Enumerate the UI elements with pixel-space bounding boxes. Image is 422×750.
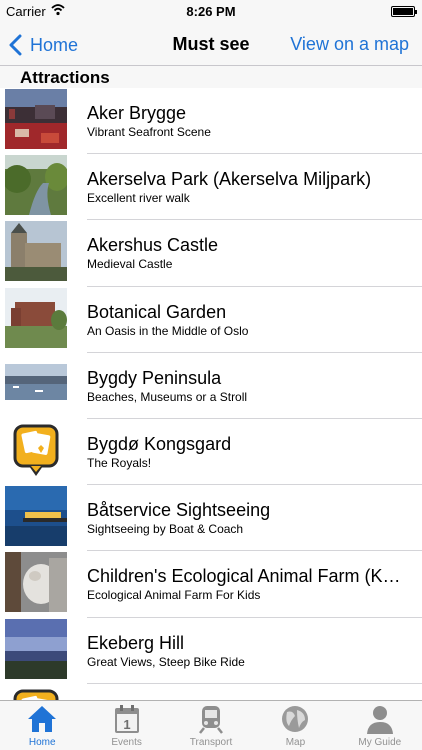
tab-label: Events — [111, 737, 142, 748]
list-item[interactable]: Akershus Castle Medieval Castle — [0, 220, 422, 287]
calendar-icon: 1 — [114, 705, 139, 733]
navigation-bar: Home Must see View on a map — [0, 24, 422, 66]
back-label: Home — [30, 34, 79, 55]
hill-photo — [5, 618, 67, 679]
view-on-map-button[interactable]: View on a map — [290, 34, 409, 55]
goat-photo — [5, 552, 67, 613]
item-subtitle: An Oasis in the Middle of Oslo — [87, 323, 249, 338]
item-subtitle: The Royals! — [87, 455, 152, 470]
attractions-list[interactable]: Aker Brygge Vibrant Seafront Scene Akers… — [0, 88, 422, 700]
svg-text:1: 1 — [123, 717, 130, 732]
item-title: Bygdø Kongsgard — [87, 433, 232, 454]
chevron-left-icon — [9, 34, 22, 56]
item-title: Children's Ecological Animal Farm (Kampe… — [87, 566, 409, 587]
list-item[interactable]: Akerselva Park (Akerselva Miljpark) Exce… — [0, 154, 422, 221]
home-icon — [28, 706, 57, 732]
boat-photo — [5, 486, 67, 547]
battery-icon — [391, 6, 417, 17]
item-title: Aker Brygge — [87, 103, 187, 123]
train-icon — [199, 706, 223, 734]
tab-label: Home — [28, 737, 56, 748]
item-subtitle: Ecological Animal Farm For Kids — [87, 588, 261, 603]
item-title: Båtservice Sightseeing — [87, 500, 271, 521]
tab-label: Map — [285, 737, 306, 748]
item-subtitle: Vibrant Seafront Scene — [87, 125, 211, 139]
section-header: Attractions — [0, 66, 422, 88]
item-subtitle: Sightseeing by Boat & Coach — [87, 522, 244, 537]
tab-label: My Guide — [358, 737, 402, 748]
item-subtitle: Beaches, Museums or a Stroll — [87, 389, 248, 404]
list-item[interactable]: Bygdy Peninsula Beaches, Museums or a St… — [0, 352, 422, 419]
person-icon — [366, 706, 393, 734]
placeholder-icon — [5, 420, 67, 480]
back-button[interactable]: Home — [8, 33, 78, 57]
item-title: Akershus Castle — [87, 235, 219, 256]
item-title: Ekeberg Hill — [87, 632, 185, 653]
globe-icon — [282, 706, 309, 732]
item-subtitle: Excellent river walk — [87, 191, 190, 206]
list-item[interactable] — [0, 683, 422, 700]
list-item[interactable]: Aker Brygge Vibrant Seafront Scene — [0, 88, 422, 155]
item-subtitle: Great Views, Steep Bike Ride — [87, 654, 245, 669]
item-title: Bygdy Peninsula — [87, 367, 222, 388]
river-photo — [5, 155, 67, 216]
harbor-photo — [5, 89, 67, 149]
tab-label: Transport — [189, 737, 233, 748]
item-subtitle: Medieval Castle — [87, 257, 173, 272]
item-title: Akerselva Park (Akerselva Miljpark) — [87, 169, 372, 190]
tab-bar: Home 1 Events Transport Map My Guide — [0, 700, 422, 750]
peninsula-photo — [5, 353, 67, 414]
clock: 8:26 PM — [186, 4, 236, 19]
tab-map[interactable]: Map — [253, 701, 337, 750]
list-item[interactable]: Båtservice Sightseeing Sightseeing by Bo… — [0, 485, 422, 552]
section-title: Attractions — [20, 68, 110, 87]
list-item[interactable]: Bygdø Kongsgard The Royals! — [0, 418, 422, 486]
list-item[interactable]: Children's Ecological Animal Farm (Kampe… — [0, 551, 422, 618]
list-item[interactable]: Ekeberg Hill Great Views, Steep Bike Rid… — [0, 617, 422, 684]
tab-my-guide[interactable]: My Guide — [338, 701, 422, 750]
castle-photo — [5, 221, 67, 282]
tab-events[interactable]: 1 Events — [84, 701, 168, 750]
tab-transport[interactable]: Transport — [169, 701, 253, 750]
tab-home[interactable]: Home — [0, 701, 84, 750]
placeholder-icon — [5, 685, 67, 700]
garden-photo — [5, 287, 67, 348]
list-item[interactable]: Botanical Garden An Oasis in the Middle … — [0, 286, 422, 353]
item-title: Botanical Garden — [87, 301, 227, 322]
status-bar: Carrier 8:26 PM — [0, 0, 422, 24]
